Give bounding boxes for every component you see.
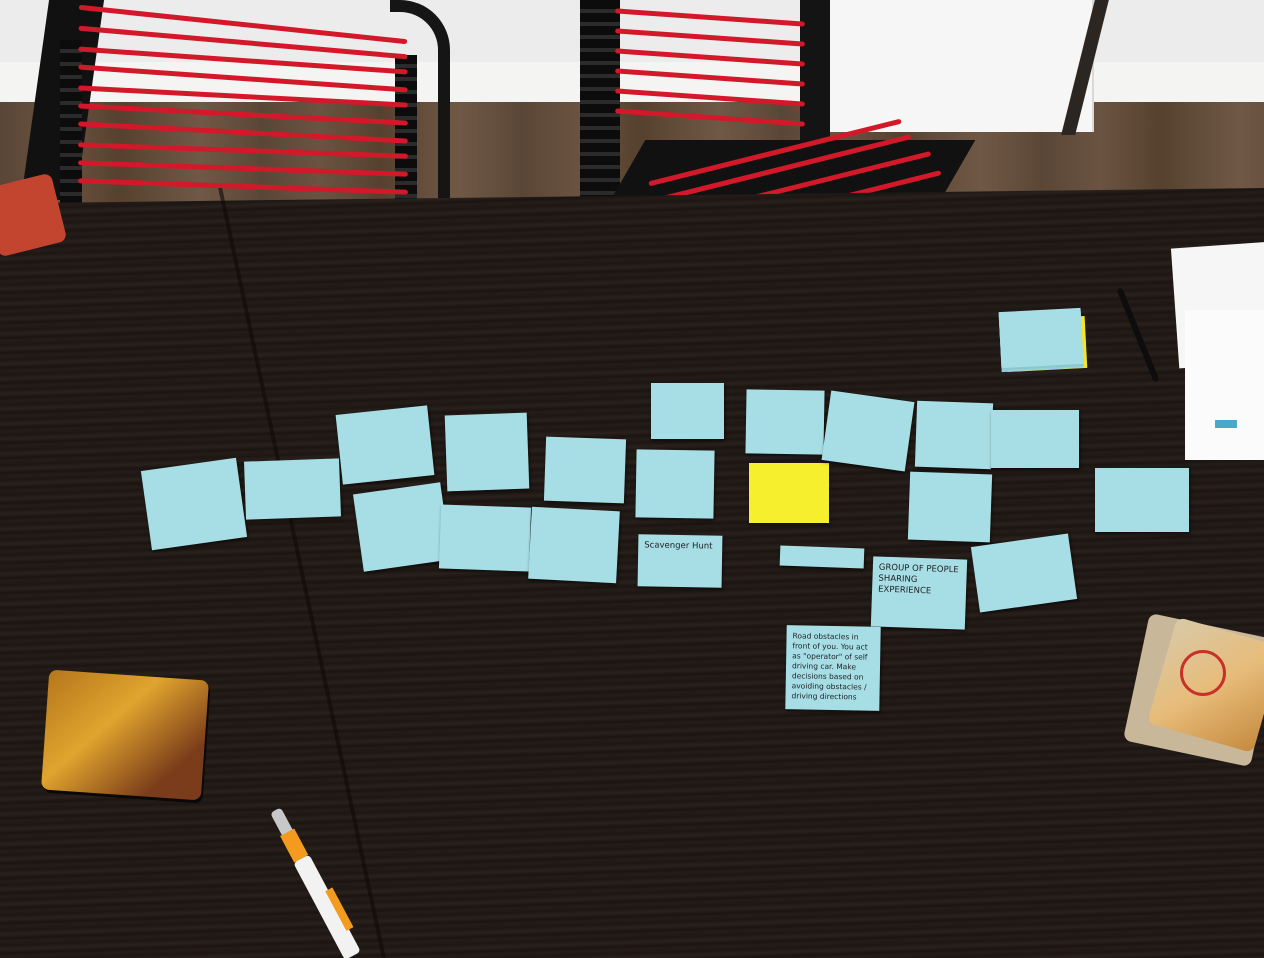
table [0, 188, 1264, 958]
paper-sheet [1185, 310, 1264, 460]
sticky-note [651, 383, 724, 439]
sticky-note-scavenger-hunt: Scavenger Hunt [637, 534, 723, 588]
scene: Scavenger Hunt GROUP OF PEOPLE SHARING E… [0, 0, 1264, 958]
sticky-note [1095, 468, 1189, 532]
paper-tag [1215, 420, 1237, 428]
sticky-note [438, 504, 532, 572]
sticky-note [745, 389, 825, 455]
left-chair [20, 0, 450, 215]
sticky-note [821, 390, 915, 472]
note-scavenger-hunt-text: Scavenger Hunt [644, 540, 713, 552]
coaster-left [41, 669, 209, 801]
sticky-note-road-obstacles: Road obstacles in front of you. You act … [785, 625, 881, 711]
coaster-logo-icon [1180, 650, 1226, 696]
sticky-note [244, 458, 341, 520]
sticky-note [970, 533, 1078, 613]
sticky-note [528, 506, 620, 584]
sticky-note [140, 457, 248, 551]
sticky-note [907, 471, 993, 543]
sticky-note [991, 410, 1079, 468]
sticky-note-yellow [749, 463, 829, 523]
sticky-note [635, 449, 715, 519]
sticky-note [444, 412, 530, 492]
sticky-note-stack [998, 307, 1090, 373]
sticky-note [335, 405, 435, 485]
sticky-note-group-of-people: GROUP OF PEOPLE SHARING EXPERIENCE [870, 556, 968, 630]
note-group-of-people-text: GROUP OF PEOPLE SHARING EXPERIENCE [877, 562, 959, 597]
sticky-note [543, 436, 627, 504]
sticky-note [914, 400, 994, 470]
note-road-obstacles-text: Road obstacles in front of you. You act … [791, 631, 868, 702]
sticky-note [353, 482, 451, 572]
sticky-note [779, 545, 865, 569]
